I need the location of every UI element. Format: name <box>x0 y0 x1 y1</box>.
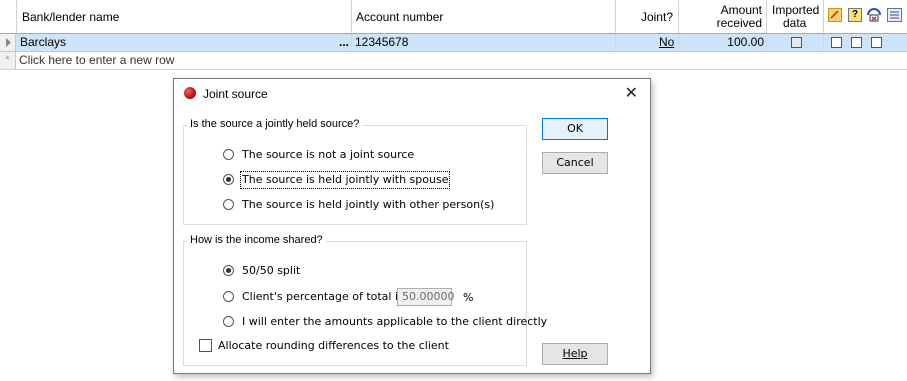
rounding-checkbox-label: Allocate rounding differences to the cli… <box>218 339 449 352</box>
radio-client-percentage-label: Client's percentage of total is <box>242 290 404 303</box>
help-checkbox[interactable] <box>851 37 862 48</box>
radio-joint-other-label: The source is held jointly with other pe… <box>242 198 495 211</box>
imported-checkbox <box>791 37 802 48</box>
col-header-joint-label: Joint? <box>640 10 673 24</box>
close-icon[interactable]: ✕ <box>625 83 638 102</box>
joint-source-dialog: Joint source ✕ Is the source a jointly h… <box>173 78 651 374</box>
cell-bank-name[interactable]: Barclays ... <box>16 34 352 51</box>
app-icon <box>184 87 196 99</box>
radio-joint-other-circle[interactable] <box>223 199 234 210</box>
radio-split-50-label: 50/50 split <box>242 264 301 277</box>
rounding-checkbox[interactable] <box>199 339 212 352</box>
radio-enter-directly-circle[interactable] <box>223 316 234 327</box>
new-row[interactable]: * Click here to enter a new row <box>0 52 907 70</box>
radio-client-percentage-circle[interactable] <box>223 291 234 302</box>
row-selector[interactable] <box>0 34 16 51</box>
cancel-button[interactable]: Cancel <box>542 152 608 174</box>
new-row-prompt[interactable]: Click here to enter a new row <box>19 52 174 69</box>
help-button[interactable]: Help <box>542 343 608 365</box>
col-header-bank-name[interactable]: Bank/lender name <box>17 0 352 33</box>
cell-joint[interactable]: No <box>616 34 679 51</box>
radio-not-joint-label: The source is not a joint source <box>242 148 415 161</box>
col-header-joint[interactable]: Joint? <box>616 0 679 33</box>
income-shared-group: How is the income shared? 50/50 split Cl… <box>183 234 547 366</box>
col-header-imported-line2: data <box>783 16 807 30</box>
flag-checkbox[interactable] <box>871 37 882 48</box>
col-header-amount-line1: Amount <box>720 3 762 17</box>
col-header-bank-name-label: Bank/lender name <box>22 10 120 24</box>
radio-split-50-circle[interactable] <box>223 265 234 276</box>
col-header-account-number-label: Account number <box>356 10 444 24</box>
header-indicator-cell <box>0 0 17 33</box>
filter-icon[interactable] <box>867 8 881 22</box>
note-checkbox[interactable] <box>831 37 842 48</box>
radio-joint-spouse-circle[interactable] <box>223 174 234 185</box>
cell-bank-name-value: Barclays <box>20 35 67 49</box>
income-shared-group-label: How is the income shared? <box>187 234 326 246</box>
grid-header: Bank/lender name Account number Joint? A… <box>0 0 907 34</box>
dialog-title: Joint source <box>203 87 268 101</box>
col-header-amount-line2: received <box>716 16 762 30</box>
joint-source-group: Is the source a jointly held source? The… <box>183 118 527 225</box>
col-header-account-number[interactable]: Account number <box>352 0 616 33</box>
ok-button[interactable]: OK <box>542 118 608 140</box>
percent-sign: % <box>463 291 474 304</box>
joint-link[interactable]: No <box>659 34 674 51</box>
percentage-input[interactable]: 50.00000 <box>397 288 455 306</box>
new-row-marker: * <box>0 52 16 69</box>
help-icon[interactable]: ? <box>848 8 862 22</box>
radio-not-joint-circle[interactable] <box>223 149 234 160</box>
col-header-imported[interactable]: Imported data <box>767 0 824 33</box>
ellipsis-button[interactable]: ... <box>339 34 349 51</box>
joint-source-group-label: Is the source a jointly held source? <box>187 118 363 130</box>
radio-joint-spouse-label: The source is held jointly with spouse <box>239 171 451 189</box>
cell-imported <box>767 34 824 51</box>
list-icon[interactable] <box>887 8 902 22</box>
col-header-amount[interactable]: Amount received <box>679 0 767 33</box>
table-row[interactable]: Barclays ... 12345678 No 100.00 <box>0 34 907 52</box>
radio-enter-directly-label: I will enter the amounts applicable to t… <box>242 315 548 328</box>
note-icon[interactable] <box>828 8 842 22</box>
cell-amount[interactable]: 100.00 <box>679 34 767 51</box>
cell-account-number[interactable]: 12345678 <box>352 34 616 51</box>
col-header-imported-line1: Imported <box>772 3 820 17</box>
